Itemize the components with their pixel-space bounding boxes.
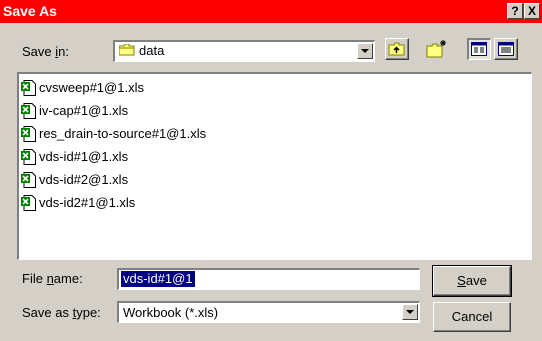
folder-icon	[119, 44, 135, 56]
list-view-icon	[471, 42, 487, 56]
save-as-type-dropdown-button[interactable]	[402, 304, 418, 320]
details-view-icon	[498, 42, 514, 56]
folder-up-icon	[388, 42, 405, 56]
file-list-item[interactable]: res_drain-to-source#1@1.xls	[21, 125, 206, 143]
title-bar[interactable]: Save As ? X	[0, 0, 542, 23]
excel-file-icon	[21, 194, 36, 211]
create-new-folder-button[interactable]	[425, 38, 449, 60]
cancel-button[interactable]: Cancel	[433, 302, 511, 332]
list-view-button[interactable]	[467, 38, 491, 60]
file-name-text: iv-cap#1@1.xls	[39, 103, 129, 118]
file-list-item[interactable]: vds-id#1@1.xls	[21, 148, 128, 166]
file-name-text: res_drain-to-source#1@1.xls	[39, 126, 207, 141]
file-name-label: File name:	[22, 271, 83, 286]
save-as-type-label: Save as type:	[22, 305, 101, 320]
file-list[interactable]: cvsweep#1@1.xls iv-cap#1@1.xls res_drain-t…	[17, 72, 532, 260]
file-name-text: vds-id2#1@1.xls	[39, 195, 136, 210]
file-name-text: cvsweep#1@1.xls	[39, 80, 144, 95]
close-button[interactable]: X	[524, 3, 540, 19]
new-folder-icon	[426, 40, 446, 58]
excel-file-icon	[21, 79, 36, 96]
up-one-level-button[interactable]	[385, 38, 409, 60]
save-as-type-value: Workbook (*.xls)	[123, 305, 219, 320]
file-name-value: vds-id#1@1	[121, 271, 195, 287]
file-list-item[interactable]: vds-id#2@1.xls	[21, 171, 128, 189]
excel-file-icon	[21, 171, 36, 188]
save-in-label: Save in:	[22, 44, 69, 59]
help-button[interactable]: ?	[507, 3, 523, 19]
excel-file-icon	[21, 102, 36, 119]
file-list-item[interactable]: vds-id2#1@1.xls	[21, 194, 135, 212]
save-in-dropdown-button[interactable]	[357, 43, 373, 59]
save-in-value: data	[139, 43, 165, 58]
save-in-dropdown[interactable]: data	[113, 40, 375, 62]
file-name-text: vds-id#1@1.xls	[39, 149, 129, 164]
details-view-button[interactable]	[494, 38, 518, 60]
excel-file-icon	[21, 125, 36, 142]
window-title: Save As	[3, 3, 57, 19]
file-name-text: vds-id#2@1.xls	[39, 172, 129, 187]
file-list-item[interactable]: iv-cap#1@1.xls	[21, 102, 128, 120]
excel-file-icon	[21, 148, 36, 165]
save-as-type-dropdown[interactable]: Workbook (*.xls)	[117, 301, 420, 323]
file-list-item[interactable]: cvsweep#1@1.xls	[21, 79, 144, 97]
file-name-input[interactable]: vds-id#1@1	[117, 268, 420, 290]
save-button[interactable]: Save	[432, 265, 512, 297]
